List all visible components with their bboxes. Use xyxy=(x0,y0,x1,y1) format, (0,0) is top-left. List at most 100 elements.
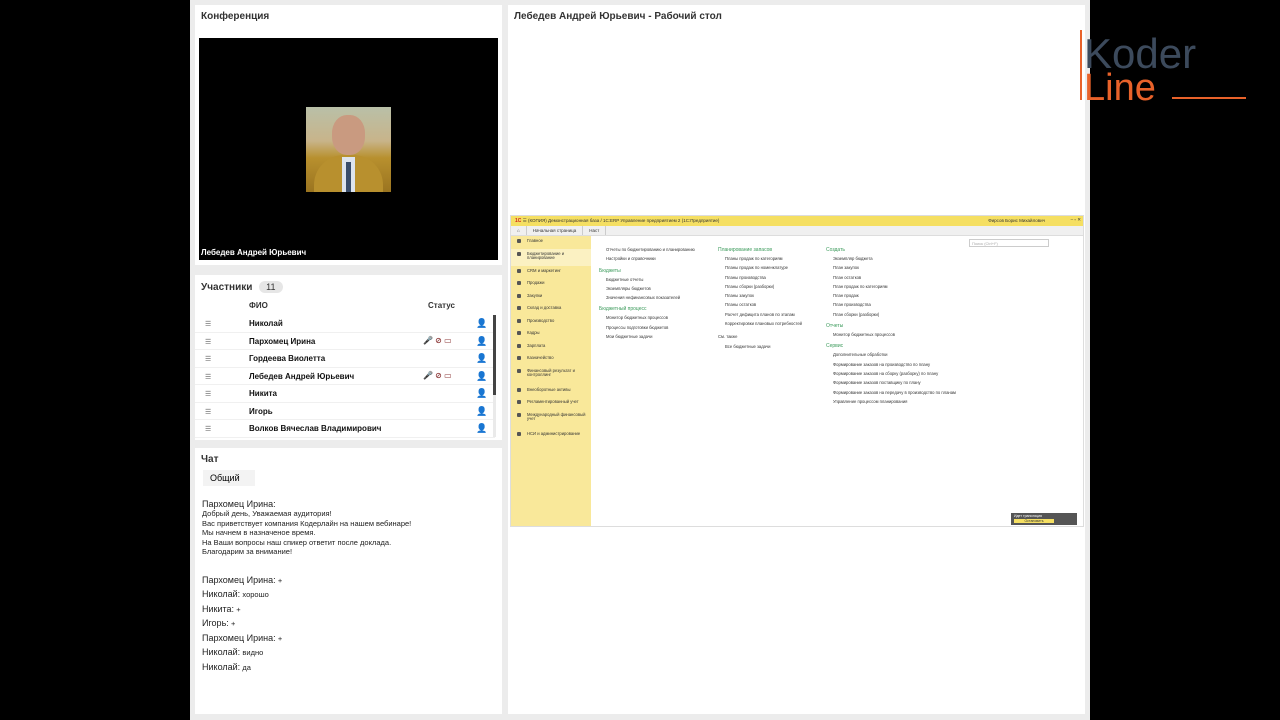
chat-author: Николай: xyxy=(202,589,241,599)
row-menu-icon[interactable]: ☰ xyxy=(205,338,212,346)
app-link[interactable]: Планы продаж по номенклатуре xyxy=(718,265,828,274)
video-feed[interactable]: Лебедев Андрей Юрьевич xyxy=(199,38,498,260)
speaker-photo xyxy=(306,107,391,192)
video-speaker-name: Лебедев Андрей Юрьевич xyxy=(201,248,307,257)
participants-panel: Участники 11 ФИО Статус ☰ Николай 👤 ☰ Пархом… xyxy=(195,275,502,440)
stop-broadcast-button[interactable]: Остановить xyxy=(1014,519,1054,523)
app-link[interactable]: Монитор бюджетных процессов xyxy=(599,315,719,324)
app-link[interactable]: Формирование заказов на сборку (разборку… xyxy=(826,371,986,380)
app-link[interactable]: Формирование заказов на производство по … xyxy=(826,362,986,371)
app-sidebar-item[interactable]: Склад и доставка xyxy=(511,303,591,316)
row-menu-icon[interactable]: ☰ xyxy=(205,390,212,398)
app-link[interactable]: План остатков xyxy=(826,275,986,284)
app-sidebar-item[interactable]: Продажи xyxy=(511,278,591,291)
participant-name: Волков Вячеслав Владимирович xyxy=(249,424,382,433)
app-link[interactable]: Планы остатков xyxy=(718,302,828,311)
participant-row[interactable]: ☰ Николай 👤 xyxy=(195,315,495,333)
app-link[interactable]: Управление процессом планирования xyxy=(826,399,986,408)
participant-name: Гордеева Виолетта xyxy=(249,354,326,363)
app-sidebar-item[interactable]: Главное xyxy=(511,236,591,249)
app-link[interactable]: Экземпляр бюджета xyxy=(826,256,986,265)
app-sidebar: Главное Бюджетирование и планирование CRM … xyxy=(511,236,591,526)
participant-row[interactable]: ☰ Лебедев Андрей Юрьевич 🎤 ⊘ ▭ 👤 xyxy=(195,368,495,385)
participant-name: Николай xyxy=(249,319,283,328)
app-link[interactable]: Дополнительные обработки xyxy=(826,352,986,361)
conference-title: Конференция xyxy=(201,11,270,22)
participant-row[interactable]: ☰ Никита 👤 xyxy=(195,385,495,403)
app-link[interactable]: План продаж по категориям xyxy=(826,284,986,293)
app-section-title: Сервис xyxy=(826,343,844,350)
app-sidebar-item[interactable]: Бюджетирование и планирование xyxy=(511,248,591,266)
app-main: Поиск (Ctrl+F) Отчеты по бюджетированию … xyxy=(591,236,1083,526)
app-link[interactable]: Планы сборки (разборки) xyxy=(718,284,828,293)
app-user-name: Фирсов Борис Михайлович xyxy=(988,218,1045,223)
participant-name: Лебедев Андрей Юрьевич xyxy=(249,371,355,381)
column-budgets: Отчеты по бюджетированию и планированию Н… xyxy=(599,247,719,343)
app-link[interactable]: Корректировки плановых потребностей xyxy=(718,321,828,330)
window-controls-icon[interactable]: – ▫ ✕ xyxy=(1071,217,1081,223)
app-link[interactable]: Формирование заказов на передачу в произ… xyxy=(826,390,986,399)
participant-row[interactable]: ☰ Пархомец Ирина 🎤 ⊘ ▭ 👤 xyxy=(195,333,495,350)
chat-text: + xyxy=(231,619,236,628)
participant-row[interactable]: ☰ Волков Вячеслав Владимирович 👤 xyxy=(195,420,495,438)
app-sidebar-item[interactable]: CRM и маркетинг xyxy=(511,266,591,279)
app-titlebar: 1С ☰ (КОПИЯ) Демонстрационная база / 1С:… xyxy=(511,216,1083,226)
app-link[interactable]: План сборки (разборки) xyxy=(826,312,986,321)
app-sidebar-item[interactable]: Производство xyxy=(511,316,591,329)
app-sidebar-item[interactable]: Регламентированный учет xyxy=(511,397,591,410)
app-tab-settings[interactable]: Наст xyxy=(583,226,607,235)
app-tab-home[interactable]: Начальная страница xyxy=(527,226,584,235)
participant-status-icons: 🎤 ⊘ ▭ xyxy=(423,335,452,345)
app-menu-icon[interactable]: ☰ xyxy=(523,218,527,223)
row-menu-icon[interactable]: ☰ xyxy=(205,355,212,363)
row-menu-icon[interactable]: ☰ xyxy=(205,425,212,433)
desktop-panel: Лебедев Андрей Юрьевич - Рабочий стол 1С… xyxy=(508,5,1085,714)
chat-author: Николай: xyxy=(202,661,241,672)
chat-panel: Чат Общий Пархомец Ирина: Добрый день, У… xyxy=(195,448,502,714)
app-link[interactable]: Настройки и справочники xyxy=(599,256,719,265)
app-sidebar-item[interactable]: Казначейство xyxy=(511,353,591,366)
app-link[interactable]: Значения нефинансовых показателей xyxy=(599,295,719,304)
row-menu-icon[interactable]: ☰ xyxy=(205,373,212,381)
shared-screen[interactable]: 1С ☰ (КОПИЯ) Демонстрационная база / 1С:… xyxy=(510,215,1084,527)
app-sidebar-item[interactable]: Кадры xyxy=(511,328,591,341)
app-link[interactable]: Расчет дефицита планов по этапам xyxy=(718,312,828,321)
app-sidebar-item[interactable]: Финансовый результат и контроллинг xyxy=(511,366,591,385)
chat-text: хорошо xyxy=(242,590,269,599)
app-link[interactable]: Бюджетные отчеты xyxy=(599,277,719,286)
column-inventory-planning: Планирование запасов Планы продаж по кате… xyxy=(718,245,828,353)
participants-scrollbar[interactable] xyxy=(493,315,496,437)
chat-message: Николай: хорошо xyxy=(202,589,497,600)
app-link[interactable]: Планы закупок xyxy=(718,293,828,302)
user-icon: 👤 xyxy=(476,370,488,381)
webinar-stage: Конференция Лебедев Андрей Юрьевич Участ… xyxy=(190,0,1090,720)
app-link[interactable]: Отчеты по бюджетированию и планированию xyxy=(599,247,719,256)
app-sidebar-item[interactable]: Закупки xyxy=(511,291,591,304)
app-sidebar-item[interactable]: Внеоборотные активы xyxy=(511,385,591,398)
app-link[interactable]: План закупок xyxy=(826,265,986,274)
app-sidebar-item[interactable]: Зарплата xyxy=(511,341,591,354)
app-link[interactable]: Все бюджетные задачи xyxy=(718,344,828,353)
app-link[interactable]: Планы продаж по категориям xyxy=(718,256,828,265)
app-link[interactable]: Монитор бюджетных процессов xyxy=(826,332,986,341)
chat-author: Пархомец Ирина: xyxy=(202,498,276,509)
chat-author: Никита: xyxy=(202,603,235,614)
app-link[interactable]: План производства xyxy=(826,302,986,311)
app-link[interactable]: План продаж xyxy=(826,293,986,302)
app-sidebar-item[interactable]: НСИ и администрирование xyxy=(511,429,591,448)
app-link[interactable]: Экземпляры бюджетов xyxy=(599,286,719,295)
user-icon: 👤 xyxy=(476,318,488,328)
row-menu-icon[interactable]: ☰ xyxy=(205,320,212,328)
app-link[interactable]: Формирование заказов поставщику по плану xyxy=(826,380,986,389)
app-link[interactable]: Мои бюджетные задачи xyxy=(599,334,719,343)
app-link[interactable]: Планы производства xyxy=(718,275,828,284)
participant-row[interactable]: ☰ Гордеева Виолетта 👤 xyxy=(195,350,495,368)
chat-author: Игорь: xyxy=(202,618,229,628)
conference-panel: Конференция Лебедев Андрей Юрьевич xyxy=(195,5,502,265)
app-link[interactable]: Процессы подготовки бюджетов xyxy=(599,325,719,334)
chat-messages: Пархомец Ирина: Добрый день, Уважаемая а… xyxy=(202,490,497,677)
row-menu-icon[interactable]: ☰ xyxy=(205,408,212,416)
participant-row[interactable]: ☰ Игорь 👤 xyxy=(195,403,495,420)
app-sidebar-item[interactable]: Международный финансовый учет xyxy=(511,410,591,429)
chat-tab-general[interactable]: Общий xyxy=(203,470,255,486)
